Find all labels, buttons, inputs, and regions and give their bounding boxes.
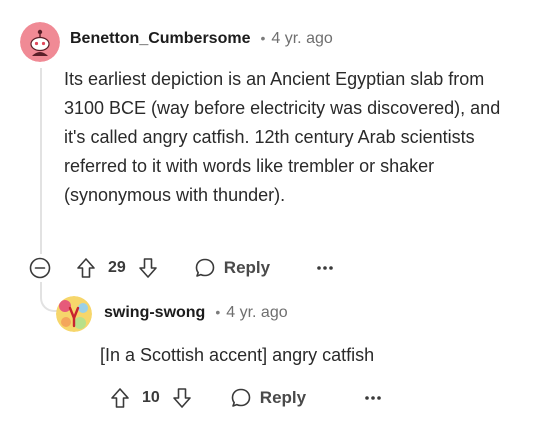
arrow-down-icon — [138, 258, 157, 278]
upvote-button[interactable] — [74, 256, 98, 280]
user-avatar-icon — [56, 296, 92, 332]
upvote-button[interactable] — [108, 386, 132, 410]
more-options-button[interactable] — [316, 256, 334, 280]
reply-button[interactable]: Reply — [194, 257, 270, 279]
downvote-button[interactable] — [170, 386, 194, 410]
arrow-up-icon — [77, 258, 95, 278]
avatar[interactable] — [56, 296, 92, 332]
speech-bubble-icon — [231, 388, 251, 407]
arrow-down-icon — [172, 388, 191, 408]
more-dots-icon — [365, 396, 381, 400]
more-dots-icon — [317, 266, 333, 270]
thread-branch-line — [40, 282, 58, 312]
separator-dot: • — [260, 30, 266, 46]
comment-header: swing-swong • 4 yr. ago — [104, 304, 288, 322]
timestamp: 4 yr. ago — [226, 304, 288, 321]
comment-body: Its earliest depiction is an Ancient Egy… — [64, 69, 501, 205]
avatar[interactable] — [20, 22, 60, 62]
separator-dot: • — [215, 304, 221, 320]
collapse-thread-button[interactable] — [28, 256, 52, 280]
comment-header: Benetton_Cumbersome • 4 yr. ago — [70, 30, 333, 48]
username[interactable]: swing-swong — [104, 304, 205, 322]
comment-actions: 10 Reply — [108, 384, 382, 412]
username[interactable]: Benetton_Cumbersome — [70, 30, 250, 48]
comment-body: [In a Scottish accent] angry catfish — [100, 345, 375, 365]
comment-actions: 29 Reply — [28, 254, 334, 282]
timestamp: 4 yr. ago — [271, 30, 333, 47]
speech-bubble-icon — [195, 258, 215, 277]
arrow-up-icon — [111, 388, 129, 408]
vote-count: 10 — [142, 389, 160, 406]
downvote-button[interactable] — [136, 256, 160, 280]
reply-button[interactable]: Reply — [230, 387, 306, 409]
reply-label: Reply — [259, 388, 307, 407]
minus-circle-icon — [29, 257, 51, 279]
snoo-avatar-icon — [20, 22, 60, 62]
vote-count: 29 — [108, 259, 126, 276]
more-options-button[interactable] — [364, 386, 382, 410]
thread-line — [40, 68, 42, 254]
reply-label: Reply — [223, 258, 271, 277]
